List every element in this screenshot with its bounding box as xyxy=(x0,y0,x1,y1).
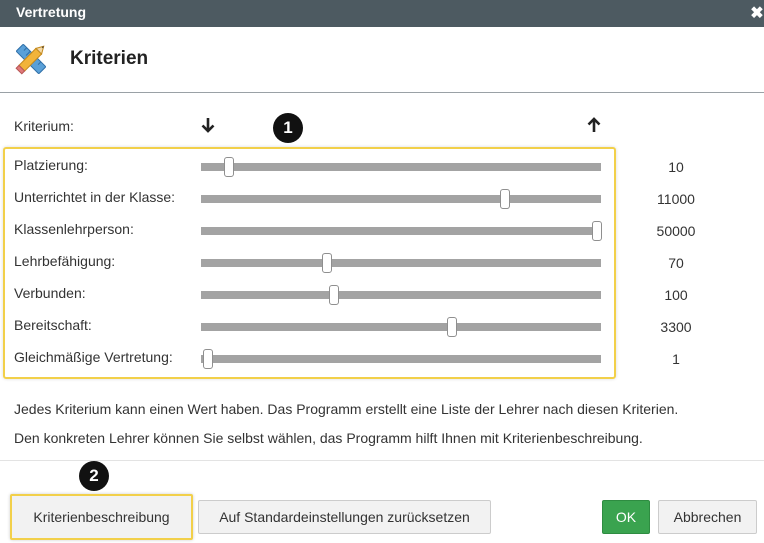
criterion-row-klassenlehrperson: Klassenlehrperson: 50000 xyxy=(0,221,764,253)
criterion-row-gleichmaessig: Gleichmäßige Vertretung: 1 xyxy=(0,349,764,381)
criterion-row-lehrbefaehigung: Lehrbefähigung: 70 xyxy=(0,253,764,285)
slider-thumb[interactable] xyxy=(224,157,234,177)
ok-button[interactable]: OK xyxy=(602,500,650,534)
criteria-description-button[interactable]: Kriterienbeschreibung xyxy=(10,494,193,540)
criterion-slider[interactable] xyxy=(201,317,601,337)
slider-thumb[interactable] xyxy=(592,221,602,241)
arrow-down-icon xyxy=(201,118,215,133)
ruler-pencil-icon xyxy=(15,44,46,75)
description-line-2: Den konkreten Lehrer können Sie selbst w… xyxy=(14,430,643,446)
annotation-badge-2: 2 xyxy=(79,461,109,491)
window-titlebar: Vertretung ✖ xyxy=(0,0,764,27)
footer-divider xyxy=(0,460,764,461)
criterion-slider[interactable] xyxy=(201,221,602,241)
slider-thumb[interactable] xyxy=(322,253,332,273)
criterion-label: Klassenlehrperson: xyxy=(14,221,134,237)
criterion-value: 10 xyxy=(668,159,684,175)
criterion-slider[interactable] xyxy=(201,349,601,369)
page-title: Kriterien xyxy=(70,48,149,69)
header-divider xyxy=(0,92,764,93)
window-title: Vertretung xyxy=(16,4,87,20)
criterion-row-bereitschaft: Bereitschaft: 3300 xyxy=(0,317,764,349)
close-icon[interactable]: ✖ xyxy=(750,3,764,23)
criterion-label: Platzierung: xyxy=(14,157,88,173)
slider-thumb[interactable] xyxy=(202,349,213,369)
arrow-up-icon xyxy=(587,117,601,132)
criterion-label: Unterrichtet in der Klasse: xyxy=(14,189,176,205)
criterion-label: Bereitschaft: xyxy=(14,317,92,333)
criterion-label: Verbunden: xyxy=(14,285,86,301)
description-line-1: Jedes Kriterium kann einen Wert haben. D… xyxy=(14,401,679,417)
criterion-slider[interactable] xyxy=(201,157,601,177)
criterion-row-verbunden: Verbunden: 100 xyxy=(0,285,764,317)
criterion-slider[interactable] xyxy=(201,189,601,209)
criterion-value: 100 xyxy=(664,287,688,303)
annotation-badge-1: 1 xyxy=(273,113,303,143)
reset-defaults-button[interactable]: Auf Standardeinstellungen zurücksetzen xyxy=(198,500,491,534)
slider-thumb[interactable] xyxy=(446,317,457,337)
criterion-label: Gleichmäßige Vertretung: xyxy=(14,349,173,365)
criterion-header-label: Kriterium: xyxy=(14,118,74,134)
slider-thumb[interactable] xyxy=(328,285,339,305)
criterion-value: 1 xyxy=(672,351,680,367)
criterion-label: Lehrbefähigung: xyxy=(14,253,116,269)
criterion-value: 11000 xyxy=(657,191,695,207)
criterion-value: 70 xyxy=(668,255,684,271)
criterion-row-unterrichtet: Unterrichtet in der Klasse: 11000 xyxy=(0,189,764,221)
slider-thumb[interactable] xyxy=(500,189,510,209)
criterion-row-platzierung: Platzierung: 10 xyxy=(0,157,764,189)
criterion-value: 50000 xyxy=(656,223,696,239)
criterion-slider[interactable] xyxy=(201,253,601,273)
criterion-slider[interactable] xyxy=(201,285,601,305)
criterion-value: 3300 xyxy=(660,319,692,335)
cancel-button[interactable]: Abbrechen xyxy=(658,500,757,534)
